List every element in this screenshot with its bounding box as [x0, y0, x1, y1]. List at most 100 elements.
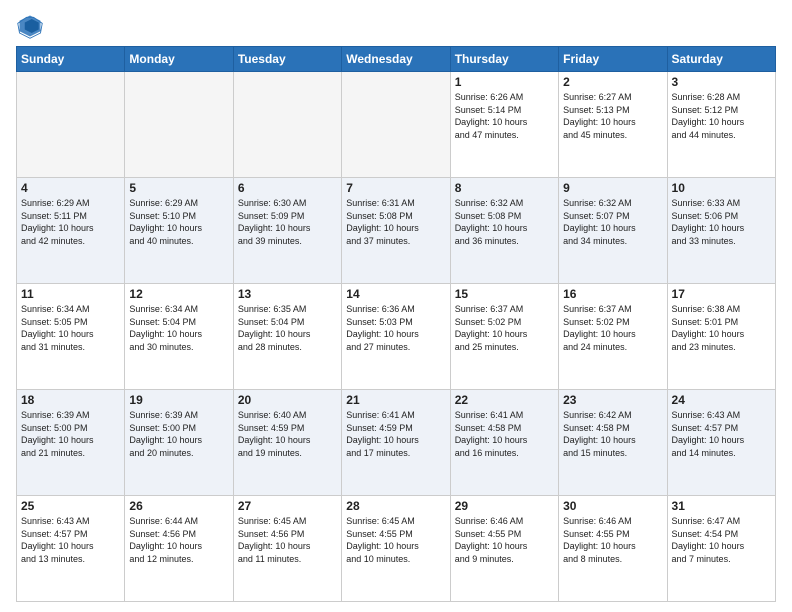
- week-row-3: 11 Sunrise: 6:34 AM Sunset: 5:05 PM Dayli…: [17, 284, 776, 390]
- calendar-cell: [125, 72, 233, 178]
- day-number: 21: [346, 393, 445, 407]
- day-number: 4: [21, 181, 120, 195]
- calendar-table: SundayMondayTuesdayWednesdayThursdayFrid…: [16, 46, 776, 602]
- weekday-saturday: Saturday: [667, 47, 775, 72]
- logo: [16, 12, 48, 40]
- day-number: 14: [346, 287, 445, 301]
- day-number: 13: [238, 287, 337, 301]
- day-number: 25: [21, 499, 120, 513]
- calendar-cell: 25 Sunrise: 6:43 AM Sunset: 4:57 PM Dayli…: [17, 496, 125, 602]
- weekday-wednesday: Wednesday: [342, 47, 450, 72]
- calendar-page: SundayMondayTuesdayWednesdayThursdayFrid…: [0, 0, 792, 612]
- calendar-cell: 31Sunrise: 6:47 AM Sunset: 4:54 PM Dayli…: [667, 496, 775, 602]
- day-number: 6: [238, 181, 337, 195]
- calendar-cell: 30Sunrise: 6:46 AM Sunset: 4:55 PM Dayli…: [559, 496, 667, 602]
- calendar-cell: 22 Sunrise: 6:41 AM Sunset: 4:58 PM Dayli…: [450, 390, 558, 496]
- day-number: 20: [238, 393, 337, 407]
- calendar-cell: 26Sunrise: 6:44 AM Sunset: 4:56 PM Dayli…: [125, 496, 233, 602]
- calendar-cell: 7Sunrise: 6:31 AM Sunset: 5:08 PM Daylig…: [342, 178, 450, 284]
- day-info: Sunrise: 6:41 AM Sunset: 4:58 PM Dayligh…: [455, 409, 554, 459]
- day-number: 9: [563, 181, 662, 195]
- week-row-4: 18 Sunrise: 6:39 AM Sunset: 5:00 PM Dayli…: [17, 390, 776, 496]
- day-number: 23: [563, 393, 662, 407]
- day-number: 8: [455, 181, 554, 195]
- day-number: 28: [346, 499, 445, 513]
- day-info: Sunrise: 6:43 AM Sunset: 4:57 PM Dayligh…: [672, 409, 771, 459]
- day-info: Sunrise: 6:40 AM Sunset: 4:59 PM Dayligh…: [238, 409, 337, 459]
- weekday-header-row: SundayMondayTuesdayWednesdayThursdayFrid…: [17, 47, 776, 72]
- day-info: Sunrise: 6:28 AM Sunset: 5:12 PM Dayligh…: [672, 91, 771, 141]
- weekday-tuesday: Tuesday: [233, 47, 341, 72]
- week-row-1: 1Sunrise: 6:26 AM Sunset: 5:14 PM Daylig…: [17, 72, 776, 178]
- calendar-cell: 27 Sunrise: 6:45 AM Sunset: 4:56 PM Dayli…: [233, 496, 341, 602]
- calendar-cell: 4 Sunrise: 6:29 AM Sunset: 5:11 PM Daylig…: [17, 178, 125, 284]
- day-number: 16: [563, 287, 662, 301]
- day-number: 22: [455, 393, 554, 407]
- day-info: Sunrise: 6:34 AM Sunset: 5:04 PM Dayligh…: [129, 303, 228, 353]
- day-number: 12: [129, 287, 228, 301]
- weekday-thursday: Thursday: [450, 47, 558, 72]
- day-info: Sunrise: 6:45 AM Sunset: 4:55 PM Dayligh…: [346, 515, 445, 565]
- calendar-cell: 21 Sunrise: 6:41 AM Sunset: 4:59 PM Dayli…: [342, 390, 450, 496]
- day-info: Sunrise: 6:29 AM Sunset: 5:10 PM Dayligh…: [129, 197, 228, 247]
- weekday-friday: Friday: [559, 47, 667, 72]
- calendar-cell: [17, 72, 125, 178]
- day-info: Sunrise: 6:43 AM Sunset: 4:57 PM Dayligh…: [21, 515, 120, 565]
- day-info: Sunrise: 6:34 AM Sunset: 5:05 PM Dayligh…: [21, 303, 120, 353]
- day-info: Sunrise: 6:38 AM Sunset: 5:01 PM Dayligh…: [672, 303, 771, 353]
- day-info: Sunrise: 6:30 AM Sunset: 5:09 PM Dayligh…: [238, 197, 337, 247]
- day-number: 5: [129, 181, 228, 195]
- calendar-cell: 1Sunrise: 6:26 AM Sunset: 5:14 PM Daylig…: [450, 72, 558, 178]
- day-number: 15: [455, 287, 554, 301]
- day-number: 17: [672, 287, 771, 301]
- calendar-cell: 11 Sunrise: 6:34 AM Sunset: 5:05 PM Dayli…: [17, 284, 125, 390]
- day-info: Sunrise: 6:31 AM Sunset: 5:08 PM Dayligh…: [346, 197, 445, 247]
- calendar-cell: 8 Sunrise: 6:32 AM Sunset: 5:08 PM Daylig…: [450, 178, 558, 284]
- day-info: Sunrise: 6:27 AM Sunset: 5:13 PM Dayligh…: [563, 91, 662, 141]
- day-number: 19: [129, 393, 228, 407]
- calendar-cell: 6 Sunrise: 6:30 AM Sunset: 5:09 PM Daylig…: [233, 178, 341, 284]
- header: [16, 12, 776, 40]
- day-number: 24: [672, 393, 771, 407]
- day-number: 3: [672, 75, 771, 89]
- calendar-cell: 16Sunrise: 6:37 AM Sunset: 5:02 PM Dayli…: [559, 284, 667, 390]
- day-info: Sunrise: 6:29 AM Sunset: 5:11 PM Dayligh…: [21, 197, 120, 247]
- calendar-cell: [233, 72, 341, 178]
- calendar-cell: 24 Sunrise: 6:43 AM Sunset: 4:57 PM Dayli…: [667, 390, 775, 496]
- week-row-5: 25 Sunrise: 6:43 AM Sunset: 4:57 PM Dayli…: [17, 496, 776, 602]
- calendar-cell: 10Sunrise: 6:33 AM Sunset: 5:06 PM Dayli…: [667, 178, 775, 284]
- calendar-cell: 28 Sunrise: 6:45 AM Sunset: 4:55 PM Dayli…: [342, 496, 450, 602]
- calendar-cell: 9 Sunrise: 6:32 AM Sunset: 5:07 PM Daylig…: [559, 178, 667, 284]
- day-number: 11: [21, 287, 120, 301]
- day-number: 27: [238, 499, 337, 513]
- calendar-cell: 15 Sunrise: 6:37 AM Sunset: 5:02 PM Dayli…: [450, 284, 558, 390]
- week-row-2: 4 Sunrise: 6:29 AM Sunset: 5:11 PM Daylig…: [17, 178, 776, 284]
- calendar-cell: 23 Sunrise: 6:42 AM Sunset: 4:58 PM Dayli…: [559, 390, 667, 496]
- calendar-cell: 20 Sunrise: 6:40 AM Sunset: 4:59 PM Dayli…: [233, 390, 341, 496]
- calendar-cell: 5 Sunrise: 6:29 AM Sunset: 5:10 PM Daylig…: [125, 178, 233, 284]
- day-number: 1: [455, 75, 554, 89]
- day-number: 31: [672, 499, 771, 513]
- day-info: Sunrise: 6:36 AM Sunset: 5:03 PM Dayligh…: [346, 303, 445, 353]
- day-info: Sunrise: 6:39 AM Sunset: 5:00 PM Dayligh…: [21, 409, 120, 459]
- day-info: Sunrise: 6:32 AM Sunset: 5:07 PM Dayligh…: [563, 197, 662, 247]
- calendar-cell: [342, 72, 450, 178]
- day-info: Sunrise: 6:45 AM Sunset: 4:56 PM Dayligh…: [238, 515, 337, 565]
- calendar-cell: 19Sunrise: 6:39 AM Sunset: 5:00 PM Dayli…: [125, 390, 233, 496]
- day-info: Sunrise: 6:41 AM Sunset: 4:59 PM Dayligh…: [346, 409, 445, 459]
- day-number: 18: [21, 393, 120, 407]
- day-number: 29: [455, 499, 554, 513]
- day-info: Sunrise: 6:46 AM Sunset: 4:55 PM Dayligh…: [455, 515, 554, 565]
- weekday-sunday: Sunday: [17, 47, 125, 72]
- calendar-cell: 17 Sunrise: 6:38 AM Sunset: 5:01 PM Dayli…: [667, 284, 775, 390]
- calendar-cell: 18 Sunrise: 6:39 AM Sunset: 5:00 PM Dayli…: [17, 390, 125, 496]
- weekday-monday: Monday: [125, 47, 233, 72]
- day-info: Sunrise: 6:37 AM Sunset: 5:02 PM Dayligh…: [455, 303, 554, 353]
- day-info: Sunrise: 6:44 AM Sunset: 4:56 PM Dayligh…: [129, 515, 228, 565]
- day-info: Sunrise: 6:42 AM Sunset: 4:58 PM Dayligh…: [563, 409, 662, 459]
- calendar-cell: 3 Sunrise: 6:28 AM Sunset: 5:12 PM Daylig…: [667, 72, 775, 178]
- day-info: Sunrise: 6:32 AM Sunset: 5:08 PM Dayligh…: [455, 197, 554, 247]
- calendar-cell: 14 Sunrise: 6:36 AM Sunset: 5:03 PM Dayli…: [342, 284, 450, 390]
- day-info: Sunrise: 6:33 AM Sunset: 5:06 PM Dayligh…: [672, 197, 771, 247]
- day-number: 2: [563, 75, 662, 89]
